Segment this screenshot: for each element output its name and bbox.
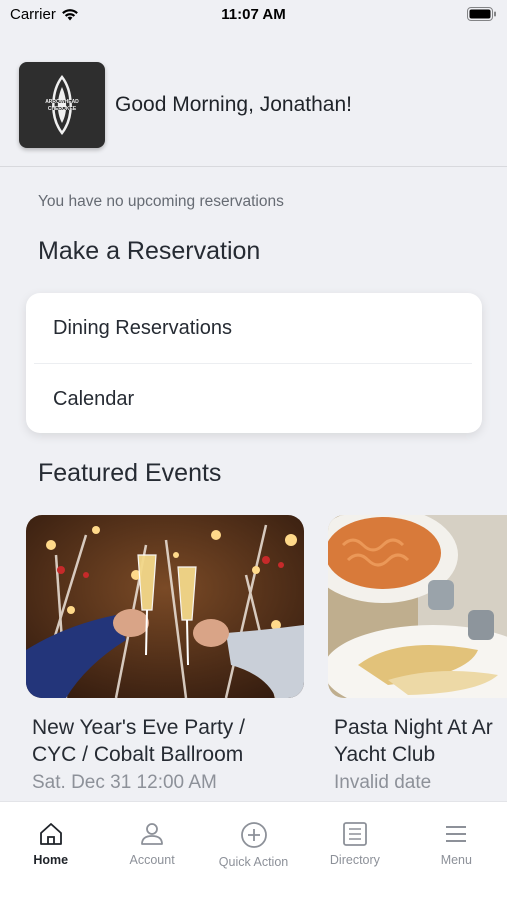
user-icon	[141, 823, 164, 845]
club-logo: ARROWHEAD CHEROKEE	[19, 62, 105, 148]
event-date: Invalid date	[334, 772, 432, 793]
logo-text-top: ARROWHEAD	[45, 99, 79, 105]
list-icon	[343, 822, 367, 846]
hamburger-icon	[446, 826, 467, 842]
plus-circle-icon	[240, 822, 267, 848]
event-title-line2: CYC / Cobalt Ballroom	[32, 743, 244, 766]
tab-menu[interactable]: Menu	[406, 802, 507, 900]
logo-text-bottom: CHEROKEE	[48, 106, 77, 112]
dining-reservations-button[interactable]: Dining Reservations	[26, 293, 482, 363]
arrowhead-logo-icon: ARROWHEAD CHEROKEE	[44, 74, 80, 136]
reservation-options-card: Dining Reservations Calendar	[26, 293, 482, 433]
no-reservations-message: You have no upcoming reservations	[38, 193, 284, 210]
event-card-new-years[interactable]: New Year's Eve Party / CYC / Cobalt Ball…	[26, 515, 304, 794]
header: ARROWHEAD CHEROKEE Good Morning, Jonatha…	[19, 62, 507, 148]
calendar-button[interactable]: Calendar	[26, 364, 482, 434]
champagne-toast-image	[26, 515, 304, 698]
tab-bar: Home Account Quick Action Directory Menu	[0, 801, 507, 900]
tab-directory[interactable]: Directory	[304, 802, 405, 900]
event-date: Sat. Dec 31 12:00 AM	[32, 772, 217, 793]
tab-label: Account	[129, 853, 175, 867]
home-icon	[39, 823, 62, 845]
featured-events-carousel[interactable]: New Year's Eve Party / CYC / Cobalt Ball…	[26, 515, 507, 800]
status-time: 11:07 AM	[221, 6, 286, 23]
header-divider	[0, 166, 507, 167]
tab-label: Home	[33, 853, 69, 867]
event-title-line2: Yacht Club	[334, 743, 436, 766]
greeting: Good Morning, Jonathan!	[115, 93, 352, 116]
tab-account[interactable]: Account	[101, 802, 202, 900]
featured-events-title: Featured Events	[38, 459, 222, 487]
status-bar: Carrier 11:07 AM	[0, 0, 507, 30]
tab-label: Directory	[329, 853, 380, 867]
tab-label: Menu	[440, 853, 472, 867]
event-title-line1: New Year's Eve Party /	[32, 716, 245, 739]
make-reservation-title: Make a Reservation	[38, 237, 261, 265]
tab-quick-action[interactable]: Quick Action	[203, 802, 304, 900]
battery-icon	[467, 7, 497, 25]
tab-label: Quick Action	[218, 855, 289, 869]
tab-home[interactable]: Home	[0, 802, 101, 900]
event-card-pasta-night[interactable]: Pasta Night At Ar Yacht Club Invalid dat…	[328, 515, 507, 794]
pasta-dishes-image	[328, 515, 507, 698]
event-title-line1: Pasta Night At Ar	[334, 716, 493, 739]
